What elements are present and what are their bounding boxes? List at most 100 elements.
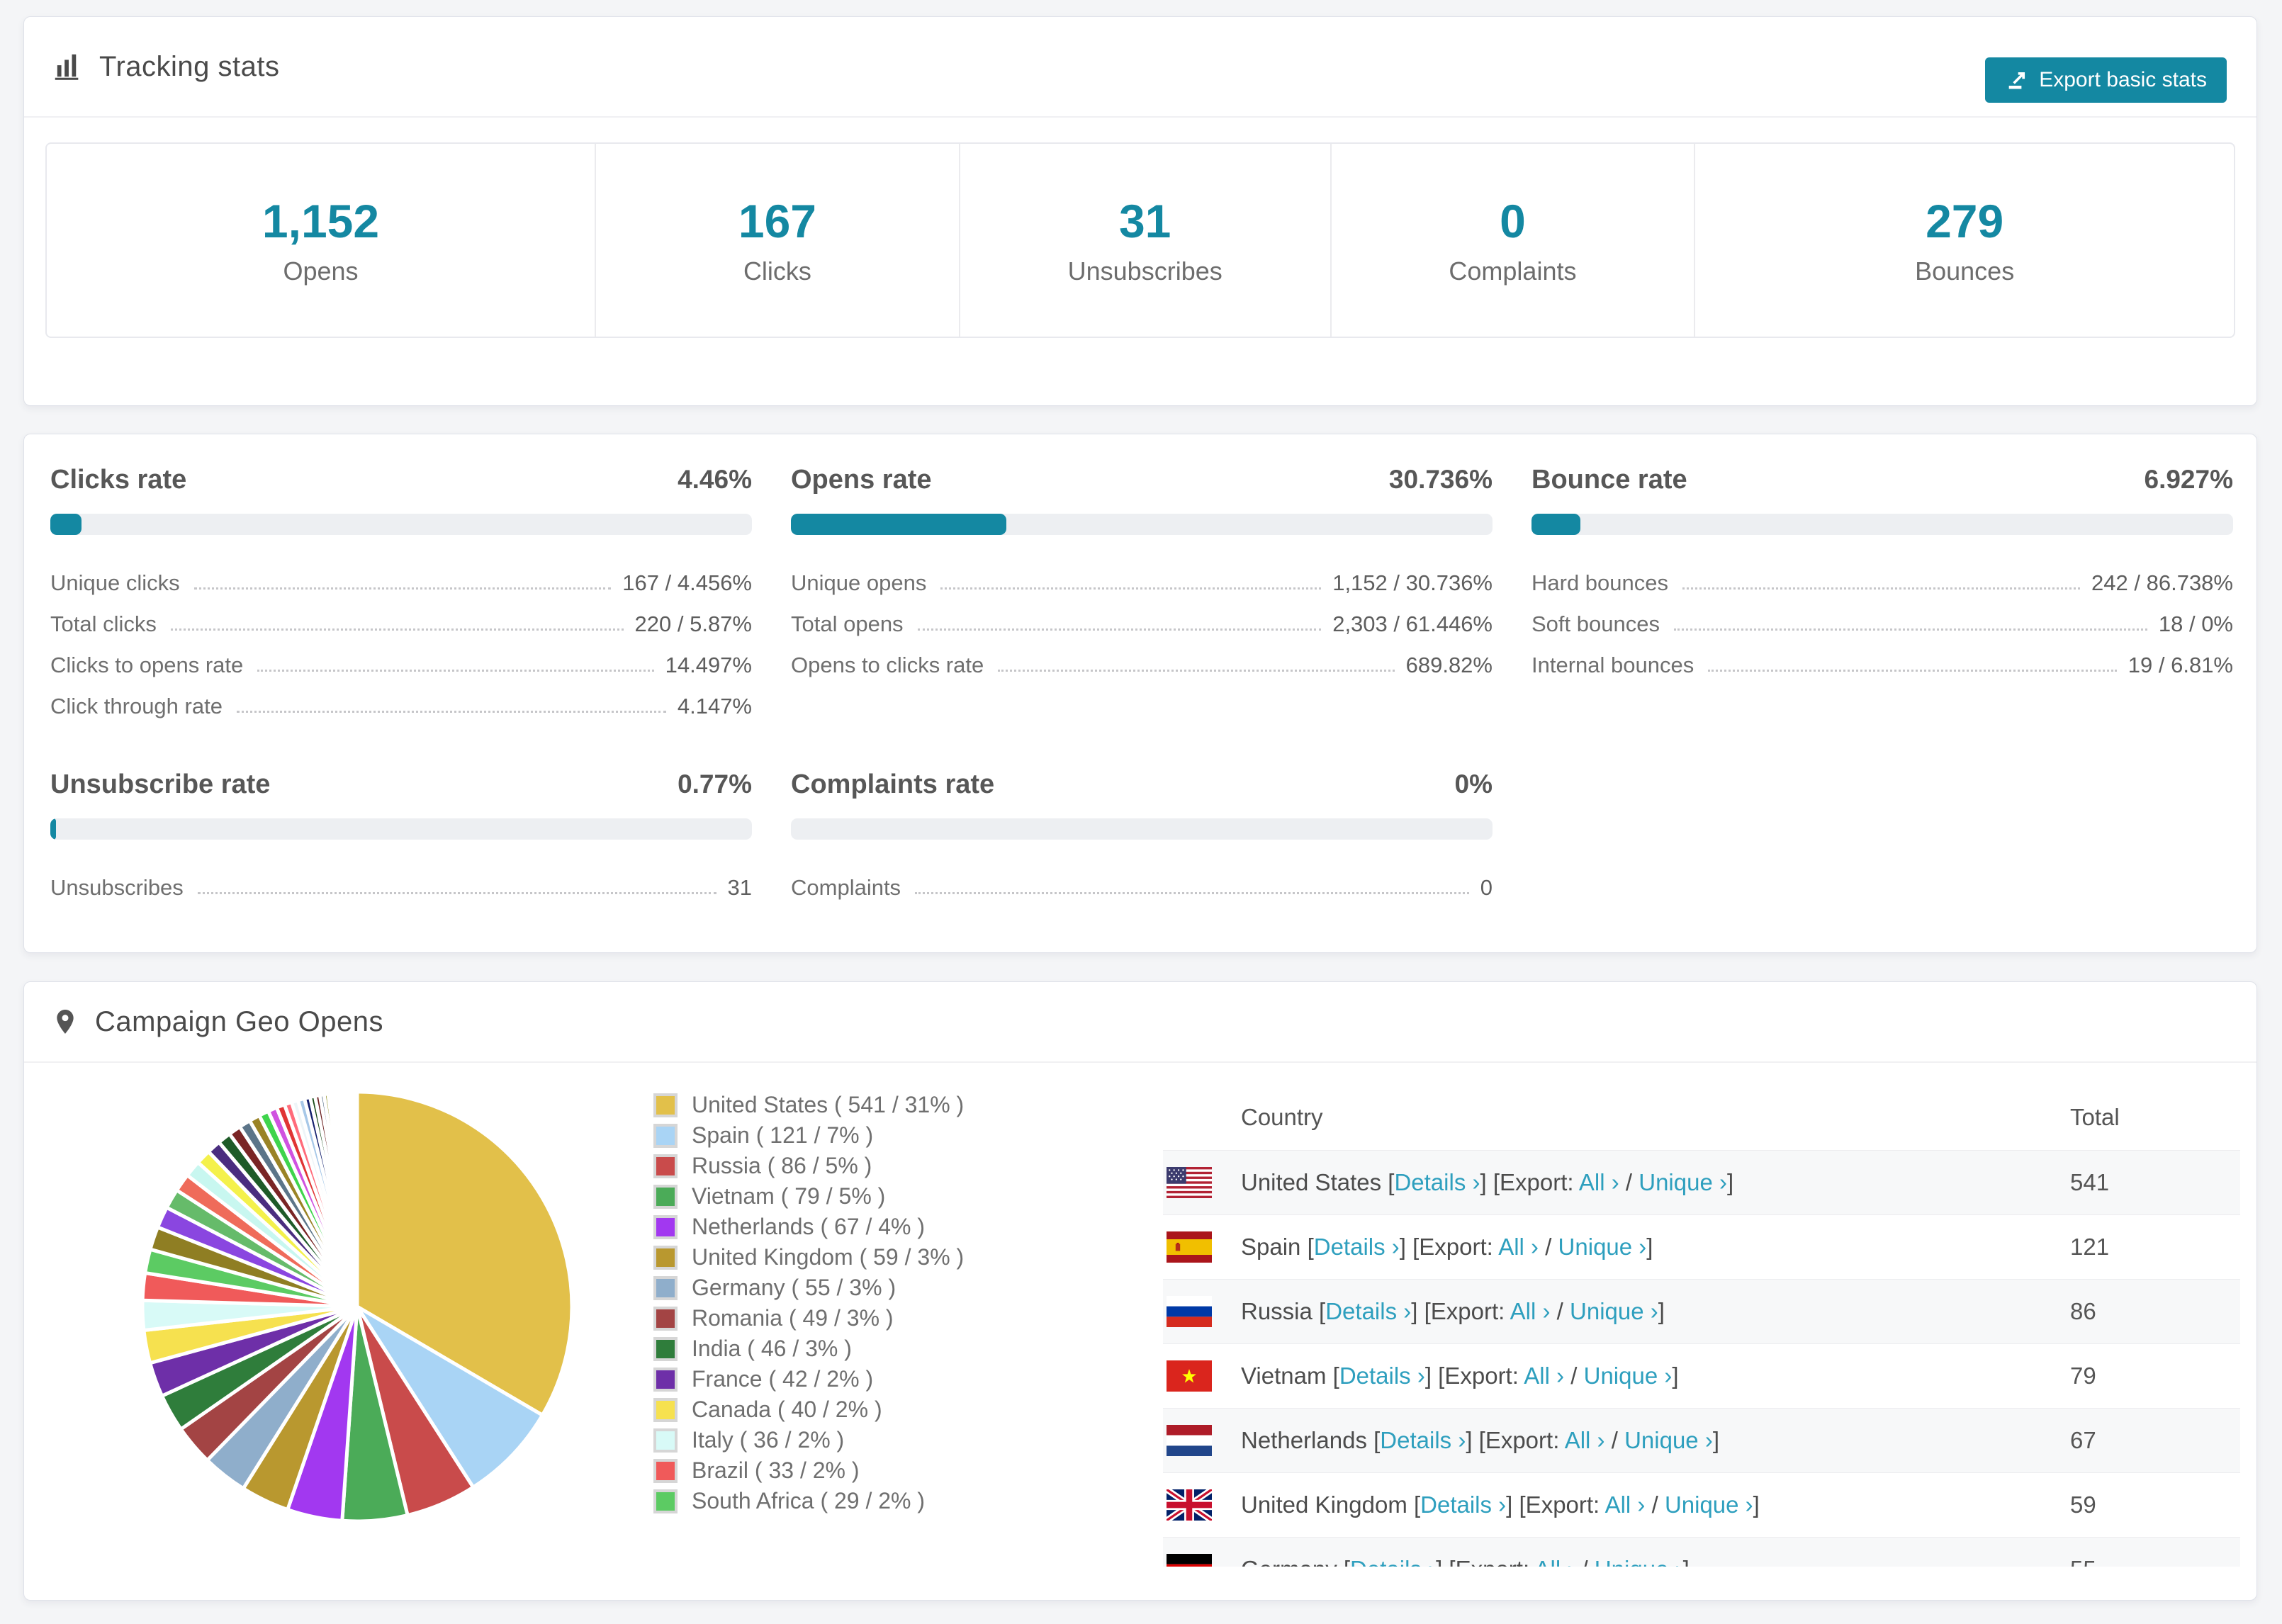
flag-icon-nl <box>1167 1425 1212 1456</box>
table-row-united-kingdom: United Kingdom [Details ›] [Export: All … <box>1163 1472 2240 1537</box>
legend-label: India ( 46 / 3% ) <box>692 1336 852 1361</box>
export-all-link[interactable]: All › <box>1579 1169 1619 1195</box>
rate-detail-value: 220 / 5.87% <box>634 611 752 636</box>
rate-progress-track <box>791 514 1493 535</box>
details-link[interactable]: Details › <box>1325 1298 1411 1324</box>
details-link[interactable]: Details › <box>1394 1169 1480 1195</box>
legend-item[interactable]: Italy ( 36 / 2% ) <box>653 1425 964 1455</box>
export-all-link[interactable]: All › <box>1565 1427 1605 1453</box>
rate-percent-value: 4.46% <box>678 465 752 494</box>
export-all-link[interactable]: All › <box>1498 1234 1539 1260</box>
rate-detail-value: 19 / 6.81% <box>2128 653 2233 677</box>
export-all-link[interactable]: All › <box>1605 1492 1646 1518</box>
export-button-label: Export basic stats <box>2039 68 2207 91</box>
country-cell: Spain [Details ›] [Export: All › / Uniqu… <box>1241 1234 1653 1260</box>
legend-item[interactable]: South Africa ( 29 / 2% ) <box>653 1486 964 1516</box>
legend-label: Germany ( 55 / 3% ) <box>692 1275 896 1300</box>
rate-detail-rows: Unsubscribes 31 <box>50 868 752 909</box>
details-link[interactable]: Details › <box>1350 1556 1436 1567</box>
legend-item[interactable]: Russia ( 86 / 5% ) <box>653 1151 964 1181</box>
legend-swatch <box>653 1306 678 1331</box>
export-all-link[interactable]: All › <box>1524 1363 1564 1389</box>
export-unique-link[interactable]: Unique › <box>1584 1363 1673 1389</box>
details-link[interactable]: Details › <box>1314 1234 1400 1260</box>
country-cell: Netherlands [Details ›] [Export: All › /… <box>1241 1427 1719 1453</box>
rate-detail-label: Unique opens <box>791 570 927 595</box>
legend-swatch <box>653 1123 678 1148</box>
legend-item[interactable]: United States ( 541 / 31% ) <box>653 1090 964 1120</box>
rate-detail-row: Click through rate 4.147% <box>50 687 752 728</box>
rate-detail-row: Internal bounces 19 / 6.81% <box>1531 645 2233 687</box>
legend-label: France ( 42 / 2% ) <box>692 1366 874 1392</box>
rate-detail-label: Unsubscribes <box>50 875 184 900</box>
legend-swatch <box>653 1367 678 1392</box>
table-row-vietnam: Vietnam [Details ›] [Export: All › / Uni… <box>1163 1343 2240 1408</box>
flag-icon-gb <box>1167 1489 1212 1521</box>
dotted-leader <box>257 670 654 672</box>
legend-item[interactable]: Romania ( 49 / 3% ) <box>653 1303 964 1333</box>
export-all-link[interactable]: All › <box>1534 1556 1575 1567</box>
stat-value: 1,152 <box>262 195 380 247</box>
rate-detail-row: Total opens 2,303 / 61.446% <box>791 604 1493 645</box>
rate-section-header: Complaints rate 0% <box>791 769 1493 800</box>
rate-title: Unsubscribe rate <box>50 769 271 799</box>
legend-item[interactable]: India ( 46 / 3% ) <box>653 1333 964 1364</box>
export-basic-stats-button[interactable]: Export basic stats <box>1985 57 2227 103</box>
legend-item[interactable]: France ( 42 / 2% ) <box>653 1364 964 1394</box>
export-unique-link[interactable]: Unique › <box>1558 1234 1647 1260</box>
rate-detail-value: 689.82% <box>1405 653 1493 677</box>
rate-detail-value: 31 <box>727 875 752 900</box>
details-link[interactable]: Details › <box>1339 1363 1425 1389</box>
legend-swatch <box>653 1184 678 1209</box>
export-unique-link[interactable]: Unique › <box>1570 1298 1658 1324</box>
country-cell: Germany [Details ›] [Export: All › / Uni… <box>1241 1556 1690 1567</box>
campaign-geo-opens-card: Campaign Geo Opens United States ( 541 /… <box>23 981 2257 1601</box>
total-cell: 121 <box>2070 1234 2110 1260</box>
rate-detail-value: 14.497% <box>665 653 752 677</box>
export-unique-link[interactable]: Unique › <box>1595 1556 1683 1567</box>
legend-item[interactable]: United Kingdom ( 59 / 3% ) <box>653 1242 964 1273</box>
dotted-leader <box>170 628 624 631</box>
details-link[interactable]: Details › <box>1380 1427 1466 1453</box>
rate-detail-row: Complaints 0 <box>791 868 1493 909</box>
rates-row-bottom: Unsubscribe rate 0.77% Unsubscribes 31 Compl… <box>50 769 2230 909</box>
legend-label: Brazil ( 33 / 2% ) <box>692 1457 860 1483</box>
export-unique-link[interactable]: Unique › <box>1624 1427 1713 1453</box>
rate-detail-label: Total clicks <box>50 611 157 636</box>
rate-detail-value: 18 / 0% <box>2158 611 2233 636</box>
total-cell: 59 <box>2070 1492 2096 1518</box>
legend-item[interactable]: Germany ( 55 / 3% ) <box>653 1273 964 1303</box>
rate-detail-rows: Complaints 0 <box>791 868 1493 909</box>
export-unique-link[interactable]: Unique › <box>1665 1492 1753 1518</box>
legend-item[interactable]: Brazil ( 33 / 2% ) <box>653 1455 964 1486</box>
export-unique-link[interactable]: Unique › <box>1639 1169 1727 1195</box>
stat-cell-complaints: 0 Complaints <box>1330 144 1694 337</box>
rate-section-header: Unsubscribe rate 0.77% <box>50 769 752 800</box>
export-all-link[interactable]: All › <box>1510 1298 1551 1324</box>
rate-title: Clicks rate <box>50 465 187 495</box>
stat-label: Complaints <box>1449 256 1577 286</box>
legend-item[interactable]: Netherlands ( 67 / 4% ) <box>653 1212 964 1242</box>
legend-item[interactable]: Canada ( 40 / 2% ) <box>653 1394 964 1425</box>
stat-label: Opens <box>283 256 359 286</box>
table-row-spain: Spain [Details ›] [Export: All › / Uniqu… <box>1163 1214 2240 1279</box>
rate-detail-label: Internal bounces <box>1531 653 1694 677</box>
pie-slice-other[interactable] <box>354 1090 359 1307</box>
legend-swatch <box>653 1397 678 1422</box>
stat-label: Clicks <box>743 256 811 286</box>
flag-icon-vn <box>1167 1360 1212 1392</box>
rate-detail-label: Clicks to opens rate <box>50 653 244 677</box>
column-header-total: Total <box>2070 1104 2120 1130</box>
rate-section-header: Opens rate 30.736% <box>791 465 1493 495</box>
rate-section-opens-rate: Opens rate 30.736% Unique opens 1,152 / 30.… <box>791 465 1493 728</box>
page-title: Tracking stats <box>99 50 280 82</box>
legend-label: United Kingdom ( 59 / 3% ) <box>692 1244 965 1270</box>
flag-icon-de <box>1167 1554 1212 1567</box>
legend-item[interactable]: Spain ( 121 / 7% ) <box>653 1120 964 1151</box>
legend-item[interactable]: Vietnam ( 79 / 5% ) <box>653 1181 964 1212</box>
rate-section-clicks-rate: Clicks rate 4.46% Unique clicks 167 / 4.456… <box>50 465 752 728</box>
dotted-leader <box>940 587 1322 590</box>
legend-swatch <box>653 1093 678 1117</box>
rate-detail-label: Hard bounces <box>1531 570 1669 595</box>
details-link[interactable]: Details › <box>1420 1492 1506 1518</box>
